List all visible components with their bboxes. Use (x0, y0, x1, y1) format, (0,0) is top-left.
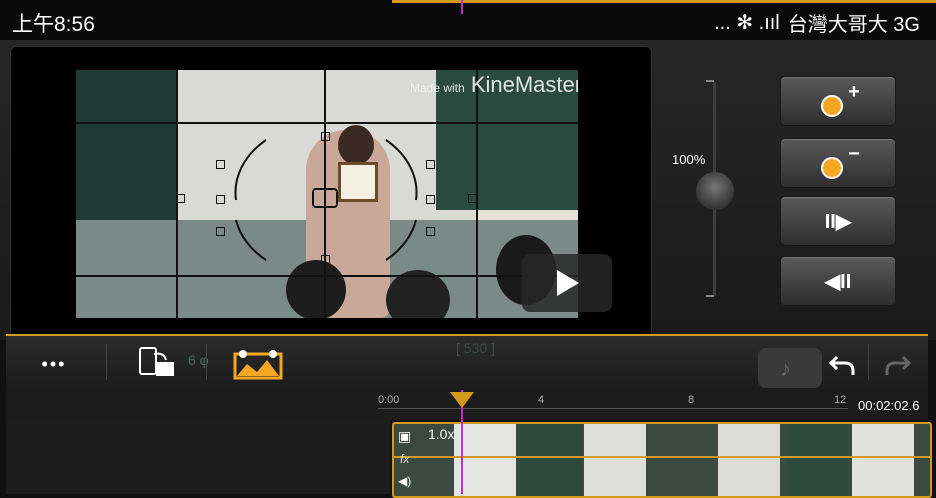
rotate-mirror-icon (139, 347, 174, 376)
prev-frame-icon: ◀II (824, 270, 852, 293)
redo-button[interactable] (878, 344, 918, 384)
crop-handle[interactable] (426, 227, 435, 236)
crop-handle[interactable] (216, 227, 225, 236)
toolbar-divider (106, 344, 107, 380)
tick-label: 0:00 (378, 394, 400, 406)
clip-speed-label: 1.0x (428, 426, 455, 442)
grid-line (76, 275, 578, 277)
pan-zoom-button[interactable] (228, 344, 288, 384)
clip-thumbnail (454, 424, 516, 496)
clip-thumbnail (652, 424, 714, 496)
slider-cap-bottom (706, 295, 714, 297)
play-button[interactable] (522, 254, 612, 312)
more-options-button[interactable]: ••• (30, 344, 78, 384)
crop-handle[interactable] (321, 255, 330, 264)
next-frame-icon: II▶ (824, 210, 852, 233)
slider-cap-top (706, 80, 714, 82)
next-frame-button[interactable]: II▶ (780, 196, 896, 246)
crop-handle[interactable] (176, 194, 185, 203)
play-icon (557, 270, 579, 296)
undo-icon (828, 355, 855, 375)
music-note-icon: ♪ (780, 356, 791, 381)
zoom-in-button[interactable]: + (780, 76, 896, 126)
crop-handle[interactable] (426, 195, 435, 204)
scene-chalkboard-left (76, 70, 176, 220)
status-time: 上午8:56 (12, 13, 95, 36)
status-right: ... ✻ .ııl 台灣大哥大 3G (714, 8, 920, 37)
crop-center-handle[interactable] (312, 188, 338, 208)
toolbar-divider (206, 344, 207, 380)
redo-icon (885, 355, 912, 375)
editor-toolbar: ••• 6 φ [ 530 ] ♪ (6, 334, 928, 392)
tick-label: 8 (688, 394, 695, 406)
crop-handle[interactable] (321, 132, 330, 141)
prev-frame-button[interactable]: ◀II (780, 256, 896, 306)
clip-icons: ▣ fx ◀) (396, 426, 420, 492)
clip-thumbnail (584, 424, 646, 496)
playhead-marker[interactable] (450, 392, 474, 408)
rotate-mirror-button[interactable] (128, 344, 184, 384)
clip-thumbnail (718, 424, 780, 496)
timeline-empty-lane (6, 420, 390, 494)
undo-button[interactable] (822, 344, 862, 384)
camera-icon: ▣ (398, 428, 412, 444)
video-clip[interactable] (392, 422, 932, 498)
zoom-level-label: 100% (672, 152, 706, 167)
audio-button[interactable]: ♪ (758, 348, 822, 388)
kinemaster-watermark: Made with KineMaster (410, 72, 578, 97)
zoom-slider-knob[interactable] (696, 172, 734, 210)
video-preview[interactable]: Made with KineMaster (76, 70, 578, 318)
carrier-name: 台灣大哥大 3G (787, 14, 920, 36)
crop-handle[interactable] (216, 195, 225, 204)
toolbar-divider (868, 344, 869, 380)
ruler-baseline (378, 408, 848, 409)
status-bar: 上午8:56 ... ✻ .ııl 台灣大哥大 3G (0, 0, 936, 40)
clip-thumbnail (786, 424, 848, 496)
fx-icon: fx (400, 452, 410, 466)
speaker-icon: ◀) (398, 474, 412, 488)
ruler-ticks: 0:00 4 8 12 (378, 394, 848, 410)
tick-label: 4 (538, 394, 545, 406)
tick-label: 12 (834, 394, 847, 406)
crop-handle[interactable] (468, 194, 477, 203)
clip-thumbnail (852, 424, 914, 496)
crop-handle[interactable] (426, 160, 435, 169)
pan-zoom-icon (233, 350, 283, 380)
zoom-out-button[interactable]: − (780, 138, 896, 188)
faded-label: [ 530 ] (456, 340, 495, 356)
time-readout: 00:02:02.6 (858, 398, 920, 413)
crop-handle[interactable] (216, 160, 225, 169)
clip-thumbnail (520, 424, 582, 496)
timeline-top-accent (392, 0, 936, 3)
playhead-top-line (461, 0, 463, 14)
status-indicators: ... ✻ .ııl (714, 12, 780, 34)
clip-divider (394, 456, 930, 458)
